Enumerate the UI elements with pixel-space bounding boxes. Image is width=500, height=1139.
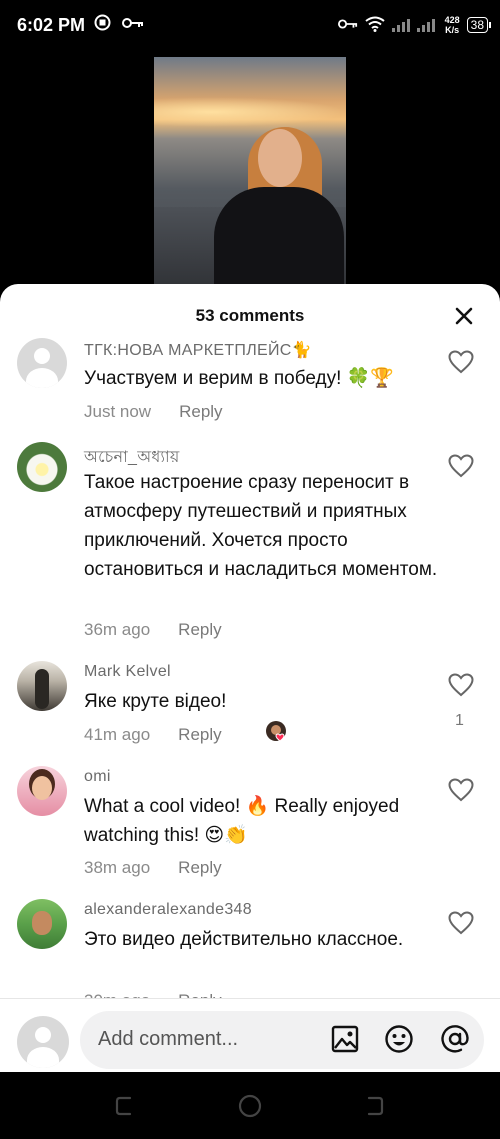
comment-username[interactable]: অচেনা_অধ্যায়	[84, 444, 180, 471]
comments-count-title: 53 comments	[195, 306, 305, 325]
avatar[interactable]	[17, 661, 67, 711]
comment-meta: Just now Reply	[84, 402, 223, 422]
avatar[interactable]	[17, 766, 67, 816]
like-heart-icon[interactable]	[448, 778, 474, 802]
comment-username[interactable]: omi	[84, 768, 111, 786]
net-speed-value: 428	[444, 15, 460, 25]
like-heart-icon[interactable]	[448, 454, 474, 478]
emoji-icon[interactable]	[384, 1024, 414, 1054]
creator-liked-badge	[265, 720, 289, 744]
mention-icon[interactable]	[440, 1024, 470, 1054]
like-heart-icon[interactable]	[448, 911, 474, 935]
status-time: 6:02 PM	[17, 15, 86, 35]
net-speed: 428 K/s	[445, 15, 460, 35]
key-icon	[337, 17, 358, 33]
comment-input-bar: Add comment...	[0, 998, 500, 1072]
comment-text: Такое настроение сразу переносит в атмос…	[84, 472, 438, 580]
comment-meta: 41m ago Reply	[84, 725, 222, 745]
key-icon	[122, 16, 144, 33]
like-heart-icon[interactable]	[448, 350, 474, 374]
comment-input-placeholder: Add comment...	[98, 1028, 239, 1050]
comment-text: Яке круте відео!	[84, 691, 227, 712]
reply-button[interactable]: Reply	[179, 402, 222, 422]
my-avatar	[17, 1016, 69, 1068]
image-icon[interactable]	[330, 1024, 360, 1054]
comment-text: Участвуем и верим в победу! 🍀🏆	[84, 368, 394, 389]
record-icon	[94, 14, 111, 35]
status-right: 428 K/s 38	[337, 12, 492, 38]
like-heart-icon[interactable]	[448, 673, 474, 697]
avatar[interactable]	[17, 338, 67, 388]
comments-sheet: 53 comments ТГК:НОВА МАРКЕТПЛЕЙС🐈 Участв…	[0, 284, 500, 1072]
navigation-bar	[0, 1072, 500, 1139]
close-icon[interactable]	[454, 306, 474, 326]
like-count: 1	[455, 712, 464, 729]
battery-icon: 38	[466, 17, 492, 33]
status-bar: 6:02 PM 428 K/s 38	[0, 0, 500, 50]
comment-input[interactable]: Add comment...	[80, 1011, 484, 1069]
comment-text: What a cool video! 🔥 Really enjoyed watc…	[84, 796, 400, 846]
comment-time: Just now	[84, 402, 152, 421]
comment-time: 41m ago	[84, 725, 151, 744]
recents-icon[interactable]	[113, 1094, 137, 1118]
comment-username[interactable]: ТГК:НОВА МАРКЕТПЛЕЙС🐈	[84, 340, 312, 360]
comment-username[interactable]: Mark Kelvel	[84, 663, 171, 681]
avatar[interactable]	[17, 442, 67, 492]
reply-button[interactable]: Reply	[178, 620, 221, 640]
comment-meta: 38m ago Reply	[84, 858, 222, 878]
reply-button[interactable]: Reply	[178, 858, 221, 878]
comment-username[interactable]: alexanderalexande348	[84, 901, 252, 919]
signal-icon	[391, 16, 438, 35]
comment-time: 36m ago	[84, 620, 151, 639]
comment-meta: 36m ago Reply	[84, 620, 222, 640]
home-icon[interactable]	[238, 1094, 262, 1118]
comments-header: 53 comments	[0, 284, 500, 340]
comment-text: Это видео действительно классное.	[84, 929, 404, 950]
reply-button[interactable]: Reply	[178, 725, 221, 745]
wifi-icon	[364, 16, 385, 35]
net-speed-unit: K/s	[445, 25, 460, 35]
back-icon[interactable]	[362, 1094, 386, 1118]
video-player[interactable]	[154, 57, 346, 297]
comment-time: 38m ago	[84, 858, 151, 877]
avatar[interactable]	[17, 899, 67, 949]
